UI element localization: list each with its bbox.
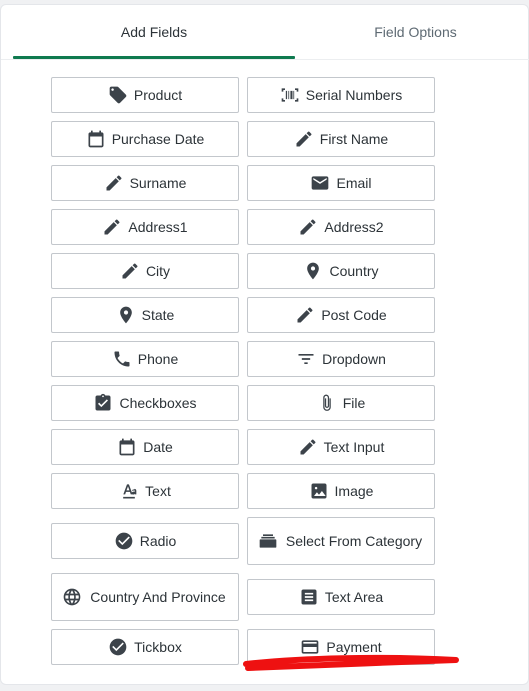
pencil-icon	[104, 173, 124, 193]
field-button-dropdown[interactable]: Dropdown	[247, 341, 435, 377]
field-label: State	[141, 307, 175, 323]
tab-bar: Add Fields Field Options	[1, 5, 529, 60]
red-annotation-underline	[243, 654, 459, 671]
calendar-icon	[86, 129, 106, 149]
pencil-icon	[298, 217, 318, 237]
field-label: Image	[334, 483, 374, 499]
field-button-text-input[interactable]: Text Input	[247, 429, 435, 465]
field-label: Country And Province	[90, 589, 226, 605]
field-button-image[interactable]: Image	[247, 473, 435, 509]
calendar-icon	[117, 437, 137, 457]
field-label: Payment	[326, 639, 382, 655]
field-label: Product	[133, 87, 183, 103]
field-label: Serial Numbers	[305, 87, 403, 103]
field-button-radio[interactable]: Radio	[51, 523, 239, 559]
field-label: First Name	[319, 131, 389, 147]
field-label: Post Code	[321, 307, 387, 323]
field-button-address1[interactable]: Address1	[51, 209, 239, 245]
field-button-city[interactable]: City	[51, 253, 239, 289]
field-label: Address1	[128, 219, 188, 235]
pencil-icon	[294, 129, 314, 149]
field-label: Phone	[137, 351, 179, 367]
text-area-icon	[299, 587, 319, 607]
pencil-icon	[295, 305, 315, 325]
field-label: Country	[329, 263, 379, 279]
field-label: Date	[143, 439, 173, 455]
check-circle-icon	[114, 531, 134, 551]
tab-divider	[1, 59, 529, 60]
field-label: Tickbox	[134, 639, 182, 655]
field-label: File	[342, 395, 366, 411]
field-button-address2[interactable]: Address2	[247, 209, 435, 245]
field-label: Surname	[129, 175, 187, 191]
map-pin-icon	[116, 305, 136, 325]
check-circle-icon	[108, 637, 128, 657]
tab-add-fields[interactable]: Add Fields	[13, 5, 295, 59]
pencil-icon	[298, 437, 318, 457]
field-button-country[interactable]: Country	[247, 253, 435, 289]
text-format-icon	[119, 481, 139, 501]
field-button-file[interactable]: File	[247, 385, 435, 421]
field-label: Radio	[139, 533, 177, 549]
field-label: Address2	[324, 219, 384, 235]
field-button-country-and-province[interactable]: Country And Province	[51, 573, 239, 621]
field-label: City	[145, 263, 171, 279]
field-label: Text Input	[323, 439, 385, 455]
field-label: Checkboxes	[119, 395, 197, 411]
stack-icon	[258, 531, 278, 551]
pencil-icon	[120, 261, 140, 281]
field-label: Purchase Date	[111, 131, 205, 147]
paperclip-icon	[317, 393, 337, 413]
field-button-product[interactable]: Product	[51, 77, 239, 113]
field-button-text[interactable]: Text	[51, 473, 239, 509]
barcode-icon	[280, 85, 300, 105]
field-button-email[interactable]: Email	[247, 165, 435, 201]
field-button-tickbox[interactable]: Tickbox	[51, 629, 239, 665]
field-label: Email	[336, 175, 372, 191]
field-label: Text Area	[324, 589, 384, 605]
field-button-post-code[interactable]: Post Code	[247, 297, 435, 333]
filter-lines-icon	[296, 349, 316, 369]
pencil-icon	[102, 217, 122, 237]
image-icon	[309, 481, 329, 501]
field-button-select-from-category[interactable]: Select From Category	[247, 517, 435, 565]
field-button-checkboxes[interactable]: Checkboxes	[51, 385, 239, 421]
field-button-surname[interactable]: Surname	[51, 165, 239, 201]
field-button-date[interactable]: Date	[51, 429, 239, 465]
envelope-icon	[310, 173, 330, 193]
map-pin-icon	[303, 261, 323, 281]
field-button-state[interactable]: State	[51, 297, 239, 333]
field-button-phone[interactable]: Phone	[51, 341, 239, 377]
clipboard-check-icon	[93, 393, 113, 413]
globe-icon	[62, 587, 82, 607]
field-button-first-name[interactable]: First Name	[247, 121, 435, 157]
phone-icon	[112, 349, 132, 369]
field-label: Dropdown	[322, 351, 386, 367]
field-label: Text	[145, 483, 171, 499]
field-label: Select From Category	[285, 533, 423, 549]
tab-field-options[interactable]: Field Options	[301, 5, 529, 59]
tag-icon	[108, 85, 128, 105]
field-button-serial-numbers[interactable]: Serial Numbers	[247, 77, 435, 113]
field-button-text-area[interactable]: Text Area	[247, 579, 435, 615]
field-button-purchase-date[interactable]: Purchase Date	[51, 121, 239, 157]
